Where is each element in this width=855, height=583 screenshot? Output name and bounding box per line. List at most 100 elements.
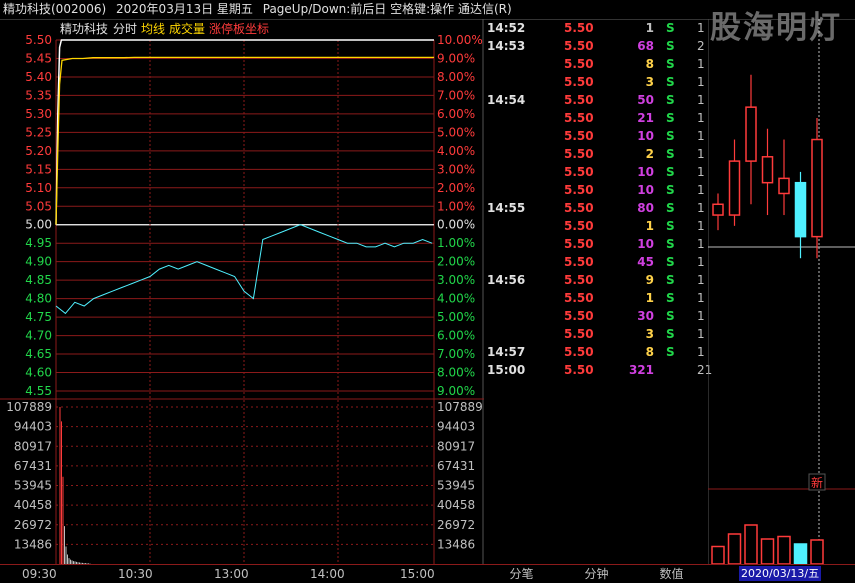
trade-volume: 3: [645, 75, 654, 89]
trade-count: 1: [697, 21, 705, 35]
tab-minute[interactable]: 分钟: [559, 565, 634, 583]
trade-volume: 10: [637, 129, 654, 143]
price-tick-label: 4.85: [25, 273, 52, 287]
trade-side: S: [666, 201, 675, 215]
trade-time: 14:56: [487, 273, 526, 287]
trade-volume: 1: [645, 21, 654, 35]
date-label: 2020年03月13日 星期五: [116, 2, 253, 16]
trade-volume: 3: [645, 327, 654, 341]
percent-tick-label: 7.00%: [437, 347, 475, 361]
trade-row: 14:55 5.50 80 S 1: [484, 199, 708, 217]
trade-price: 5.50: [564, 21, 594, 35]
trade-row: 5.50 45 S 1: [484, 253, 708, 271]
trade-volume: 80: [637, 201, 654, 215]
tab-tick-trades[interactable]: 分笔: [484, 565, 559, 583]
percent-tick-label: 1.00%: [437, 236, 475, 250]
trade-count: 1: [697, 255, 705, 269]
trade-count: 1: [697, 147, 705, 161]
percent-tick-label: 1.00%: [437, 199, 475, 213]
trade-volume: 321: [628, 363, 654, 377]
percent-tick-label: 0.00%: [437, 218, 475, 232]
volume-tick-label: 13486: [14, 537, 52, 551]
trade-price: 5.50: [564, 165, 594, 179]
kline-volume-bar: [810, 539, 824, 564]
volume-tick-label: 80917: [14, 439, 52, 453]
trade-side: S: [666, 129, 675, 143]
kline-candle-body: [761, 156, 774, 184]
trade-row: 5.50 10 S 1: [484, 181, 708, 199]
volume-tick-label: 13486: [437, 537, 475, 551]
daily-kline-chart[interactable]: 新: [708, 19, 855, 564]
trade-row: 5.50 1 S 1: [484, 217, 708, 235]
percent-tick-label: 8.00%: [437, 70, 475, 84]
percent-tick-label: 10.00%: [437, 33, 483, 47]
price-tick-label: 5.05: [25, 199, 52, 213]
trade-side: S: [666, 57, 675, 71]
price-tick-label: 4.80: [25, 292, 52, 306]
kline-new-marker: 新: [811, 475, 823, 490]
tab-values[interactable]: 数值: [634, 565, 709, 583]
trade-price: 5.50: [564, 93, 594, 107]
trade-count: 1: [697, 327, 705, 341]
trade-row: 5.50 10 S 1: [484, 127, 708, 145]
time-tick: 14:00: [310, 567, 345, 581]
price-tick-label: 5.20: [25, 144, 52, 158]
hint-label: PageUp/Down:前后日 空格键:操作 通达信(R): [262, 2, 512, 16]
intraday-chart[interactable]: 精功科技 分时 均线 成交量 涨停板坐标 5.50 10.00% 5.45 9.00% 5.40 8…: [0, 19, 484, 564]
trade-volume: 30: [637, 309, 654, 323]
trade-row: 14:53 5.50 68 S 2: [484, 37, 708, 55]
trade-row: 5.50 3 S 1: [484, 325, 708, 343]
trade-price: 5.50: [564, 183, 594, 197]
trade-row: 14:56 5.50 9 S 1: [484, 271, 708, 289]
trade-price: 5.50: [564, 345, 594, 359]
trade-price: 5.50: [564, 327, 594, 341]
kline-candle-body: [712, 203, 724, 216]
trade-count: 1: [697, 237, 705, 251]
trade-time: 14:53: [487, 39, 526, 53]
trade-price: 5.50: [564, 237, 594, 251]
percent-tick-label: 5.00%: [437, 310, 475, 324]
trade-time: 14:52: [487, 21, 526, 35]
trade-volume: 45: [637, 255, 654, 269]
bottom-bar: 09:30 10:30 13:00 14:00 15:00 分笔 分钟 数值 2…: [0, 564, 855, 583]
tick-trade-list[interactable]: 14:52 5.50 1 S 1 14:53 5.50 68 S 2 5.50 8 S 1 5.50 3 S 1 1…: [484, 19, 712, 564]
trade-time: 14:54: [487, 93, 526, 107]
volume-tick-label: 107889: [437, 400, 483, 414]
percent-tick-label: 2.00%: [437, 255, 475, 269]
price-tick-label: 5.30: [25, 107, 52, 121]
trade-count: 1: [697, 165, 705, 179]
volume-tick-label: 80917: [437, 439, 475, 453]
trade-row: 14:52 5.50 1 S 1: [484, 19, 708, 37]
percent-tick-label: 8.00%: [437, 366, 475, 380]
trade-count: 1: [697, 291, 705, 305]
volume-tick-label: 26972: [14, 518, 52, 532]
trade-count: 2: [697, 39, 705, 53]
price-tick-label: 5.35: [25, 88, 52, 102]
trade-side: S: [666, 291, 675, 305]
trade-price: 5.50: [564, 201, 594, 215]
trade-side: S: [666, 147, 675, 161]
trade-volume: 10: [637, 165, 654, 179]
volume-tick-label: 40458: [14, 498, 52, 512]
stock-title: 精功科技(002006): [3, 2, 107, 16]
percent-tick-label: 4.00%: [437, 292, 475, 306]
trade-time: 14:57: [487, 345, 526, 359]
trade-row: 5.50 1 S 1: [484, 289, 708, 307]
price-tick-label: 5.40: [25, 70, 52, 84]
volume-tick-label: 107889: [6, 400, 52, 414]
trade-volume: 8: [645, 345, 654, 359]
trade-volume: 50: [637, 93, 654, 107]
trade-volume: 8: [645, 57, 654, 71]
kline-candle-body: [728, 160, 741, 216]
price-tick-label: 4.55: [25, 384, 52, 398]
trade-count: 1: [697, 111, 705, 125]
tab-volume-label: 成交量: [169, 21, 205, 36]
trade-side: S: [666, 165, 675, 179]
percent-tick-label: 3.00%: [437, 273, 475, 287]
volume-tick-label: 67431: [14, 459, 52, 473]
volume-tick-label: 53945: [14, 479, 52, 493]
percent-tick-label: 6.00%: [437, 107, 475, 121]
trade-row: 14:54 5.50 50 S 1: [484, 91, 708, 109]
trade-price: 5.50: [564, 219, 594, 233]
volume-tick-label: 53945: [437, 479, 475, 493]
